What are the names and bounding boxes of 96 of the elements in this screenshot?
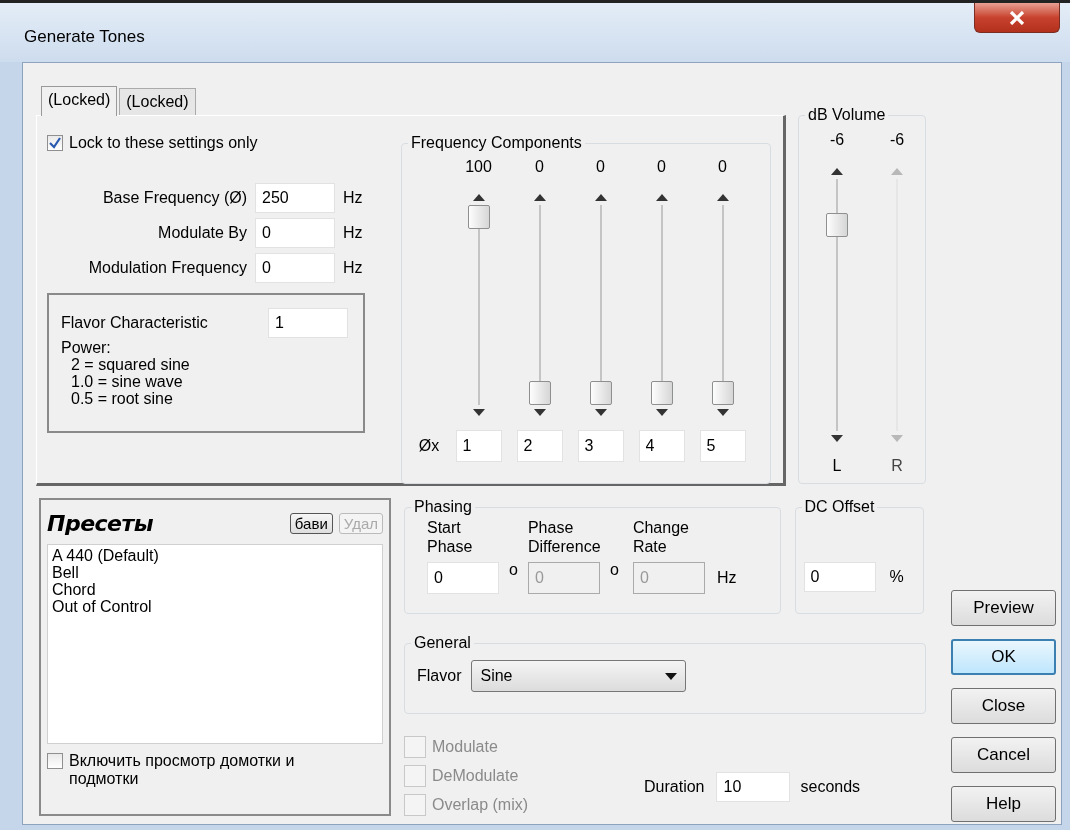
slider-thumb[interactable] bbox=[650, 381, 673, 405]
text-field[interactable]: 10 bbox=[716, 771, 791, 802]
checkbox[interactable] bbox=[47, 135, 63, 151]
tab[interactable]: (Locked) bbox=[119, 88, 196, 115]
down-arrow-icon bbox=[472, 409, 485, 416]
text-field[interactable]: 0 bbox=[255, 252, 335, 283]
slider-reading: 100 bbox=[465, 158, 492, 176]
dialog-button[interactable]: Preview bbox=[951, 590, 1056, 626]
group-title: General bbox=[413, 634, 472, 652]
unit-label: Hz bbox=[716, 569, 737, 587]
unit-label: Hz bbox=[343, 188, 363, 207]
slider-thumb[interactable] bbox=[711, 381, 734, 405]
text-field[interactable]: 0 bbox=[255, 217, 335, 248]
group-title: dB Volume bbox=[807, 106, 887, 124]
slider-reading: 0 bbox=[596, 158, 605, 176]
up-arrow-icon bbox=[533, 194, 546, 201]
text-field[interactable]: 2 bbox=[516, 430, 563, 462]
field-label: Start Phase bbox=[427, 518, 474, 557]
list-item[interactable]: Bell bbox=[52, 564, 378, 581]
close-icon bbox=[1009, 10, 1025, 25]
unit-label: Hz bbox=[343, 258, 363, 277]
down-arrow-icon bbox=[716, 409, 729, 416]
group-title: Frequency Components bbox=[410, 134, 583, 152]
slider-reading: 0 bbox=[657, 158, 666, 176]
flavor-dropdown[interactable]: Sine bbox=[471, 660, 687, 692]
unit-label: o bbox=[509, 561, 518, 579]
preset-button: Удал bbox=[338, 512, 383, 534]
multiplier-label: Øx bbox=[418, 437, 440, 455]
up-arrow-icon bbox=[594, 194, 607, 201]
text-field[interactable]: 250 bbox=[255, 182, 335, 213]
group-title: DC Offset bbox=[803, 498, 876, 516]
slider-reading: 0 bbox=[535, 158, 544, 176]
field-label: Change Rate bbox=[632, 518, 690, 557]
slider-thumb[interactable] bbox=[467, 205, 490, 229]
group-title: Phasing bbox=[413, 498, 473, 516]
dialog-button[interactable]: Help bbox=[951, 786, 1056, 822]
dialog-button[interactable]: Close bbox=[951, 688, 1056, 724]
unit-label: seconds bbox=[800, 777, 861, 796]
field-label: Duration bbox=[644, 777, 705, 796]
channel-label: L bbox=[832, 457, 842, 475]
preset-button[interactable]: бави bbox=[289, 512, 333, 534]
text-field[interactable]: 0 bbox=[427, 562, 499, 594]
unit-label: Hz bbox=[343, 223, 363, 242]
note-text: Power: bbox=[61, 339, 112, 356]
up-arrow-icon bbox=[831, 168, 843, 175]
list-item[interactable]: A 440 (Default) bbox=[52, 547, 378, 564]
field-label: Base Frequency (Ø) bbox=[101, 188, 248, 207]
down-arrow-icon bbox=[533, 409, 546, 416]
checkbox[interactable] bbox=[47, 753, 63, 769]
field-label: Flavor Characteristic bbox=[61, 314, 209, 332]
slider-thumb[interactable] bbox=[826, 213, 848, 238]
text-field: 0 bbox=[527, 562, 600, 594]
field-label: Modulate By bbox=[157, 223, 248, 242]
unit-label: % bbox=[889, 568, 904, 586]
text-field[interactable]: 0 bbox=[803, 562, 876, 592]
note-text: 2 = squared sine bbox=[70, 356, 191, 373]
text-field: 0 bbox=[632, 562, 705, 594]
unit-label: o bbox=[609, 561, 619, 579]
dialog-button[interactable]: OK bbox=[951, 639, 1056, 675]
close-button[interactable] bbox=[974, 3, 1060, 33]
text-field[interactable]: 1 bbox=[268, 308, 348, 338]
list-item[interactable]: Chord bbox=[52, 581, 378, 598]
down-arrow-icon bbox=[594, 409, 607, 416]
slider-thumb[interactable] bbox=[528, 381, 551, 405]
up-arrow-icon bbox=[472, 194, 485, 201]
window-title: Generate Tones bbox=[24, 26, 145, 47]
field-label: Phase Difference bbox=[527, 518, 602, 557]
down-arrow-icon bbox=[831, 435, 843, 442]
checkbox-label: Overlap (mix) bbox=[432, 795, 528, 814]
down-arrow-icon bbox=[655, 409, 668, 416]
dialog-button[interactable]: Cancel bbox=[951, 737, 1056, 773]
slider-thumb[interactable] bbox=[589, 381, 612, 405]
text-field[interactable]: 4 bbox=[638, 430, 685, 462]
caret-icon bbox=[665, 672, 678, 680]
list-item[interactable]: Out of Control bbox=[52, 598, 378, 615]
up-arrow-icon bbox=[891, 168, 903, 175]
text-field[interactable]: 5 bbox=[699, 430, 746, 462]
down-arrow-icon bbox=[891, 435, 903, 442]
tab[interactable]: (Locked) bbox=[41, 86, 118, 116]
field-label: Flavor bbox=[417, 667, 462, 685]
checkbox-label: Lock to these settings only bbox=[69, 134, 258, 152]
checkbox-label: Modulate bbox=[432, 737, 498, 756]
checkbox-label: DeModulate bbox=[432, 766, 519, 785]
up-arrow-icon bbox=[655, 194, 668, 201]
volume-reading: -6 bbox=[829, 131, 845, 149]
presets-title: Пресеты bbox=[47, 510, 155, 536]
channel-label: R bbox=[891, 457, 903, 475]
volume-reading: -6 bbox=[889, 131, 905, 149]
note-text: 1.0 = sine wave bbox=[70, 373, 184, 390]
note-text: 0.5 = root sine bbox=[70, 390, 174, 407]
checkbox-label: Включить просмотр домотки и подмотки bbox=[69, 752, 296, 788]
field-label: Modulation Frequency bbox=[87, 258, 248, 277]
text-field[interactable]: 1 bbox=[455, 430, 502, 462]
up-arrow-icon bbox=[716, 194, 729, 201]
slider-reading: 0 bbox=[718, 158, 727, 176]
text-field[interactable]: 3 bbox=[577, 430, 624, 462]
